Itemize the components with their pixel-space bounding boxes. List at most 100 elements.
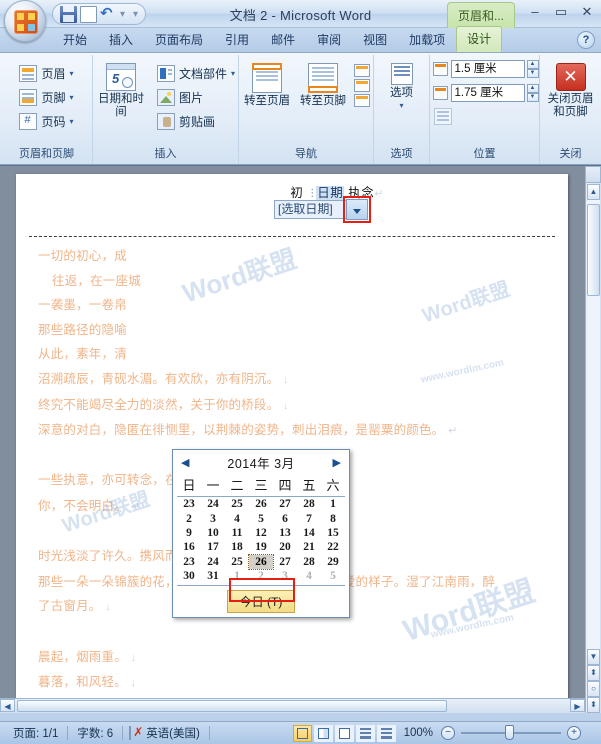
chevron-down-icon[interactable]: ▾ bbox=[70, 117, 74, 126]
calendar-day[interactable]: 21 bbox=[297, 540, 321, 554]
clipart-button[interactable]: 剪贴画 bbox=[153, 111, 239, 132]
calendar-day[interactable]: 31 bbox=[201, 569, 225, 583]
maximize-button[interactable]: ▭ bbox=[551, 3, 571, 21]
spin-down-icon[interactable]: ▼ bbox=[526, 69, 539, 78]
calendar-day[interactable]: 23 bbox=[177, 497, 201, 512]
header-zone[interactable]: 初 ⋮日期 执念↵ [选取日期] bbox=[16, 174, 568, 250]
calendar-day[interactable]: 25 bbox=[225, 555, 249, 569]
web-layout-view-button[interactable] bbox=[334, 724, 354, 742]
tab-references[interactable]: 引用 bbox=[214, 27, 260, 52]
zoom-level[interactable]: 100% bbox=[396, 727, 441, 739]
minimize-button[interactable]: – bbox=[525, 3, 545, 21]
calendar-day[interactable]: 15 bbox=[321, 526, 345, 540]
chevron-down-icon[interactable]: ▾ bbox=[231, 69, 235, 78]
goto-footer-button[interactable]: 转至页脚 bbox=[298, 60, 348, 111]
chevron-down-icon[interactable]: ▾ bbox=[70, 69, 74, 78]
calendar-day[interactable]: 5 bbox=[249, 511, 273, 525]
footer-from-bottom-input[interactable]: 1.75 厘米 bbox=[450, 84, 525, 102]
spellcheck-icon[interactable] bbox=[123, 726, 137, 740]
spin-up-icon[interactable]: ▲ bbox=[526, 84, 539, 93]
spin-down-icon[interactable]: ▼ bbox=[526, 93, 539, 102]
calendar-day[interactable]: 1 bbox=[321, 497, 345, 512]
page-indicator[interactable]: 页面: 1/1 bbox=[4, 725, 67, 741]
calendar-day[interactable]: 7 bbox=[297, 511, 321, 525]
header-button[interactable]: 页眉 ▾ bbox=[15, 63, 77, 84]
header-content-control[interactable]: ⋮日期 bbox=[303, 182, 348, 201]
calendar-day[interactable]: 29 bbox=[321, 555, 345, 569]
link-to-previous-icon[interactable] bbox=[354, 94, 370, 107]
calendar-day[interactable]: 24 bbox=[201, 497, 225, 512]
close-button[interactable]: ✕ bbox=[577, 3, 597, 21]
tab-page-layout[interactable]: 页面布局 bbox=[144, 27, 214, 52]
document-parts-button[interactable]: 文档部件 ▾ bbox=[153, 63, 239, 84]
goto-header-button[interactable]: 转至页眉 bbox=[242, 60, 292, 111]
calendar-day[interactable]: 19 bbox=[249, 540, 273, 554]
today-button[interactable]: 今日 (T) bbox=[226, 590, 296, 614]
outline-view-button[interactable] bbox=[355, 724, 375, 742]
tab-addins[interactable]: 加载项 bbox=[398, 27, 456, 52]
calendar-day[interactable]: 5 bbox=[321, 569, 345, 583]
spin-up-icon[interactable]: ▲ bbox=[526, 60, 539, 69]
tab-view[interactable]: 视图 bbox=[352, 27, 398, 52]
zoom-in-button[interactable]: + bbox=[567, 726, 581, 740]
tab-insert[interactable]: 插入 bbox=[98, 27, 144, 52]
zoom-track[interactable] bbox=[461, 725, 561, 740]
calendar-day[interactable]: 26 bbox=[249, 497, 273, 512]
options-button[interactable]: 选项 ▾ bbox=[373, 60, 431, 113]
calendar-day-selected[interactable]: 26 bbox=[248, 553, 274, 570]
help-icon[interactable]: ? bbox=[577, 31, 595, 49]
calendar-day[interactable]: 9 bbox=[177, 526, 201, 540]
header-from-top-input[interactable]: 1.5 厘米 bbox=[450, 60, 525, 78]
calendar-day[interactable]: 1 bbox=[225, 569, 249, 583]
calendar-day[interactable]: 8 bbox=[321, 511, 345, 525]
calendar-day[interactable]: 4 bbox=[225, 511, 249, 525]
calendar-day[interactable]: 18 bbox=[225, 540, 249, 554]
calendar-day[interactable]: 16 bbox=[177, 540, 201, 554]
calendar-day[interactable]: 12 bbox=[249, 526, 273, 540]
scroll-left-button[interactable]: ◀ bbox=[0, 699, 15, 712]
calendar-day[interactable]: 20 bbox=[273, 540, 297, 554]
calendar-day[interactable]: 3 bbox=[201, 511, 225, 525]
content-control-handle-icon[interactable]: ⋮ bbox=[307, 188, 317, 199]
calendar-day[interactable]: 2 bbox=[249, 569, 273, 583]
next-month-icon[interactable]: ▶ bbox=[333, 456, 341, 469]
calendar-day[interactable]: 30 bbox=[177, 569, 201, 583]
chevron-down-icon[interactable]: ▾ bbox=[399, 102, 403, 110]
scroll-up-button[interactable]: ▲ bbox=[587, 184, 600, 200]
previous-page-button[interactable]: ⬍ bbox=[587, 665, 600, 681]
date-picker-calendar[interactable]: ◀ 2014年 3月 ▶ 日 一 二 三 四 五 六 23 24 25 26 2… bbox=[172, 449, 350, 619]
calendar-day[interactable]: 28 bbox=[297, 555, 321, 569]
calendar-day[interactable]: 2 bbox=[177, 511, 201, 525]
insert-alignment-tab-icon[interactable] bbox=[433, 108, 452, 125]
document-page[interactable]: 初 ⋮日期 执念↵ [选取日期] 一切的初心，成 往返，在一座城 一袭墨，一卷帛 那… bbox=[16, 174, 568, 713]
calendar-day[interactable]: 24 bbox=[201, 555, 225, 569]
page-number-button[interactable]: 页码 ▾ bbox=[15, 111, 77, 132]
calendar-day[interactable]: 6 bbox=[273, 511, 297, 525]
date-picker-dropdown-button[interactable] bbox=[346, 199, 368, 220]
horizontal-scroll-thumb[interactable] bbox=[17, 700, 447, 712]
language-indicator[interactable]: 英语(美国) bbox=[137, 725, 209, 741]
calendar-day[interactable]: 27 bbox=[273, 497, 297, 512]
zoom-handle[interactable] bbox=[505, 725, 514, 740]
tab-design[interactable]: 设计 bbox=[456, 26, 503, 52]
calendar-day[interactable]: 14 bbox=[297, 526, 321, 540]
calendar-day[interactable]: 28 bbox=[297, 497, 321, 512]
tab-mailings[interactable]: 邮件 bbox=[260, 27, 306, 52]
split-window-handle[interactable] bbox=[585, 166, 601, 183]
word-count[interactable]: 字数: 6 bbox=[68, 725, 122, 741]
calendar-day[interactable]: 25 bbox=[225, 497, 249, 512]
chevron-down-icon[interactable]: ▾ bbox=[70, 93, 74, 102]
resize-grip-icon[interactable] bbox=[585, 727, 597, 739]
calendar-day[interactable]: 13 bbox=[273, 526, 297, 540]
calendar-day[interactable]: 27 bbox=[273, 555, 297, 569]
zoom-out-button[interactable]: − bbox=[441, 726, 455, 740]
calendar-day[interactable]: 10 bbox=[201, 526, 225, 540]
previous-month-icon[interactable]: ◀ bbox=[181, 456, 189, 469]
full-screen-reading-view-button[interactable] bbox=[313, 724, 333, 742]
previous-section-icon[interactable] bbox=[354, 64, 370, 77]
next-section-icon[interactable] bbox=[354, 79, 370, 92]
scroll-down-button[interactable]: ▼ bbox=[587, 649, 600, 665]
select-browse-object-button[interactable]: ○ bbox=[587, 681, 600, 697]
print-layout-view-button[interactable] bbox=[292, 724, 312, 742]
scroll-right-button[interactable]: ▶ bbox=[570, 699, 585, 712]
